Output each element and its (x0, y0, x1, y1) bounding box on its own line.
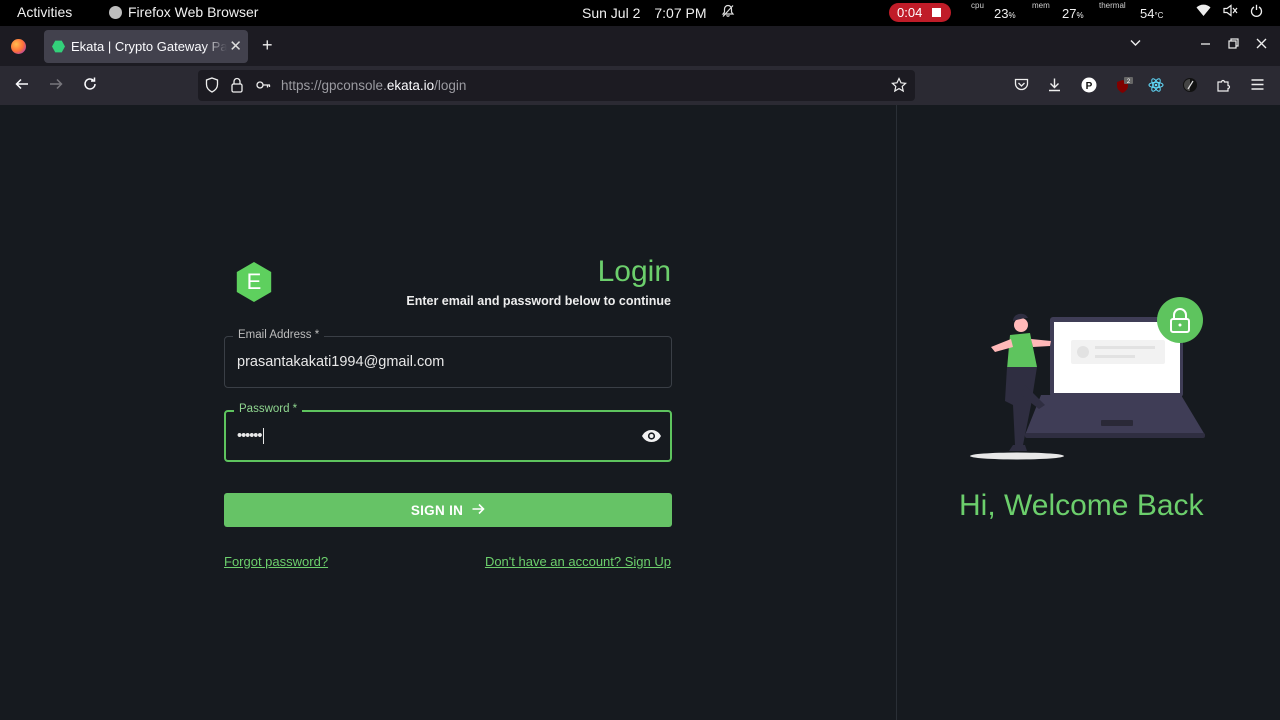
app-name-label: Firefox Web Browser (128, 4, 259, 20)
login-heading: Login (597, 255, 671, 288)
date-label: Sun Jul 2 (582, 4, 641, 21)
sign-in-label: SIGN IN (410, 502, 464, 518)
tab-strip: Ekata | Crypto Gateway Payment ✕ + (0, 26, 1280, 66)
password-masked-value: •••••• (237, 428, 262, 444)
list-all-tabs-icon[interactable] (1129, 36, 1142, 52)
cpu-unit: % (1008, 11, 1016, 20)
close-tab-icon[interactable]: ✕ (229, 37, 242, 55)
cpu-label: cpu (971, 1, 984, 10)
sign-in-button[interactable]: SIGN IN (224, 493, 672, 527)
mem-value: 27 (1062, 6, 1077, 21)
volume-muted-icon (1223, 4, 1238, 20)
mem-unit: % (1076, 11, 1084, 20)
email-input[interactable]: prasantakakati1994@gmail.com (237, 354, 444, 370)
thermal-unit: °C (1154, 11, 1164, 20)
navigation-toolbar: https://gpconsole.ekata.io/login P 2 (0, 66, 1280, 105)
login-subtitle: Enter email and password below to contin… (406, 294, 671, 308)
thermal-monitor: thermal 54°C (1098, 0, 1168, 26)
tab-title: Ekata | Crypto Gateway Payment (71, 39, 227, 54)
dark-reader-extension-icon[interactable] (1182, 77, 1198, 96)
forgot-password-link[interactable]: Forgot password? (224, 554, 328, 569)
minimize-icon[interactable] (1200, 36, 1211, 52)
show-password-eye-icon[interactable] (641, 426, 661, 446)
bookmark-star-icon[interactable] (891, 77, 907, 96)
stop-recording-icon (932, 8, 942, 17)
system-menu[interactable] (1196, 4, 1263, 20)
tracking-protection-shield-icon[interactable] (205, 77, 219, 96)
lock-icon[interactable] (231, 77, 243, 96)
password-field[interactable]: Password * •••••• (224, 403, 672, 462)
key-icon[interactable] (255, 77, 271, 96)
panel-divider (896, 105, 897, 720)
new-tab-icon[interactable]: + (262, 35, 273, 56)
downloads-icon[interactable] (1047, 77, 1062, 95)
clock[interactable]: Sun Jul 2 7:07 PM (582, 4, 735, 21)
pocket-icon[interactable] (1014, 77, 1029, 95)
ekata-logo: E (236, 262, 272, 302)
password-label: Password * (234, 403, 303, 415)
close-window-icon[interactable] (1256, 36, 1267, 52)
active-tab[interactable]: Ekata | Crypto Gateway Payment ✕ (44, 30, 248, 63)
url-bar[interactable]: https://gpconsole.ekata.io/login (198, 70, 915, 101)
email-label: Email Address * (233, 329, 325, 341)
security-laptop-illustration (970, 297, 1205, 460)
time-label: 7:07 PM (654, 4, 707, 21)
email-field[interactable]: Email Address * prasantakakati1994@gmail… (224, 329, 672, 388)
app-menu[interactable]: Firefox Web Browser (109, 4, 258, 20)
back-icon[interactable] (14, 76, 30, 97)
logo-letter: E (246, 269, 262, 294)
maximize-icon[interactable] (1228, 36, 1239, 52)
wifi-icon (1196, 4, 1211, 20)
app-menu-hamburger-icon[interactable] (1250, 77, 1265, 95)
firefox-app-icon (109, 5, 122, 19)
thermal-label: thermal (1099, 1, 1126, 10)
firefox-view-icon[interactable] (11, 39, 26, 54)
text-caret (263, 428, 265, 445)
cpu-value: 23 (994, 6, 1009, 21)
screen-recording-indicator[interactable]: 0:04 (889, 3, 951, 22)
password-input[interactable]: •••••• (237, 428, 265, 445)
url-domain: ekata.io (386, 78, 435, 93)
welcome-heading: Hi, Welcome Back (959, 489, 1204, 522)
svg-text:P: P (1086, 81, 1093, 92)
ublock-extension-icon[interactable]: 2 (1115, 77, 1135, 97)
ekata-favicon-icon (52, 40, 65, 53)
p-extension-icon[interactable]: P (1081, 77, 1097, 96)
thermal-value: 54 (1140, 6, 1155, 21)
cpu-monitor: cpu 23% (970, 0, 1020, 26)
recording-time: 0:04 (897, 5, 923, 20)
forward-icon[interactable] (48, 76, 64, 97)
sign-up-link[interactable]: Don't have an account? Sign Up (485, 554, 671, 569)
login-page: E Login Enter email and password below t… (0, 105, 1280, 720)
system-top-bar: Activities Firefox Web Browser Sun Jul 2… (0, 0, 1280, 26)
url-prefix: https://gpconsole. (281, 78, 387, 93)
activities-button[interactable]: Activities (17, 4, 72, 20)
notifications-muted-icon (721, 4, 735, 21)
mem-monitor: mem 27% (1032, 0, 1087, 26)
reload-icon[interactable] (82, 76, 98, 97)
arrow-right-icon (471, 502, 485, 519)
react-devtools-icon[interactable] (1148, 77, 1164, 96)
url-text[interactable]: https://gpconsole.ekata.io/login (281, 78, 466, 93)
power-icon (1250, 4, 1263, 20)
url-path: /login (434, 78, 467, 93)
extensions-puzzle-icon[interactable] (1216, 77, 1232, 96)
mem-label: mem (1032, 1, 1050, 10)
